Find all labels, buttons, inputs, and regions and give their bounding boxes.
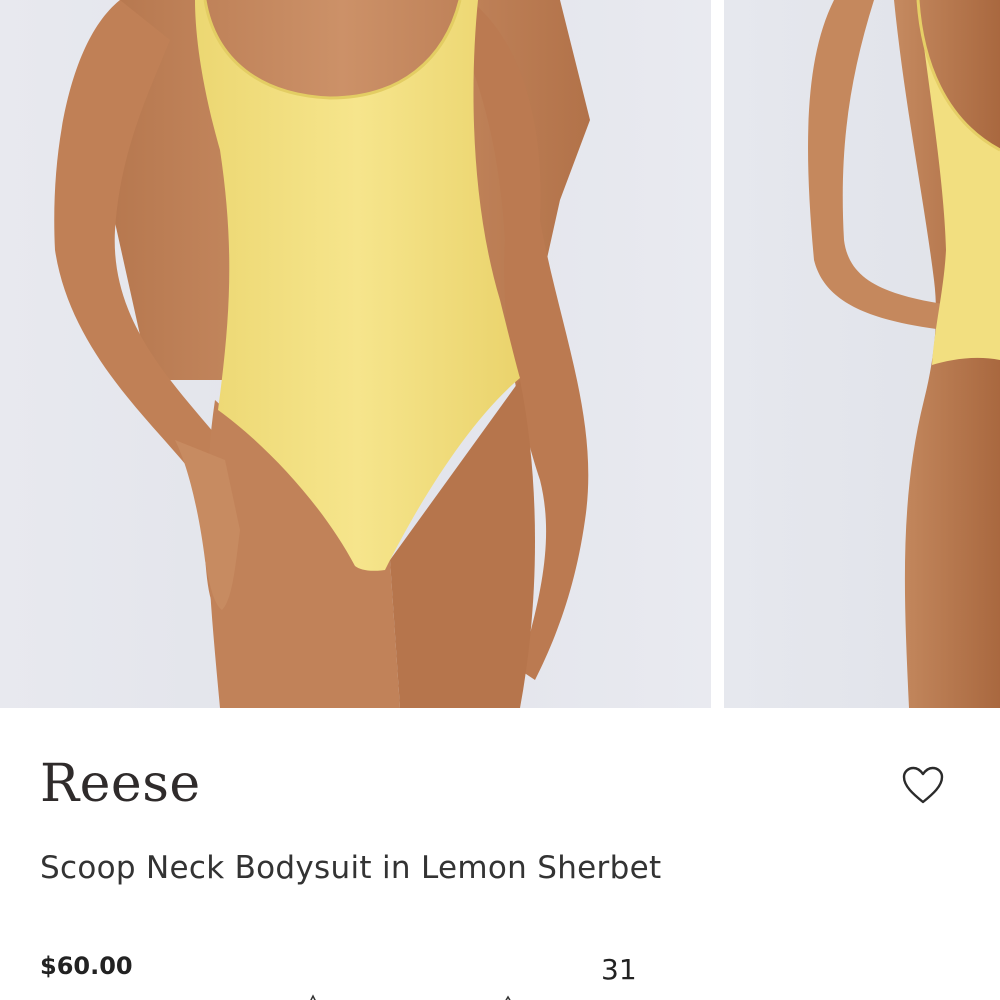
heart-outline-icon xyxy=(902,766,944,804)
product-price: $60.00 xyxy=(40,952,133,980)
front-view-illustration xyxy=(0,0,711,708)
product-detail-page: Reese Scoop Neck Bodysuit in Lemon Sherb… xyxy=(0,0,1000,1000)
product-name: Reese xyxy=(40,754,201,814)
product-description: Scoop Neck Bodysuit in Lemon Sherbet xyxy=(40,850,662,886)
product-image-front[interactable] xyxy=(0,0,711,708)
cropped-rating-row xyxy=(310,994,511,1000)
back-view-illustration xyxy=(724,0,1000,708)
product-image-back[interactable] xyxy=(724,0,1000,708)
wishlist-button[interactable] xyxy=(898,762,948,808)
review-count[interactable]: 31 xyxy=(601,952,637,988)
product-image-gallery[interactable] xyxy=(0,0,1000,708)
